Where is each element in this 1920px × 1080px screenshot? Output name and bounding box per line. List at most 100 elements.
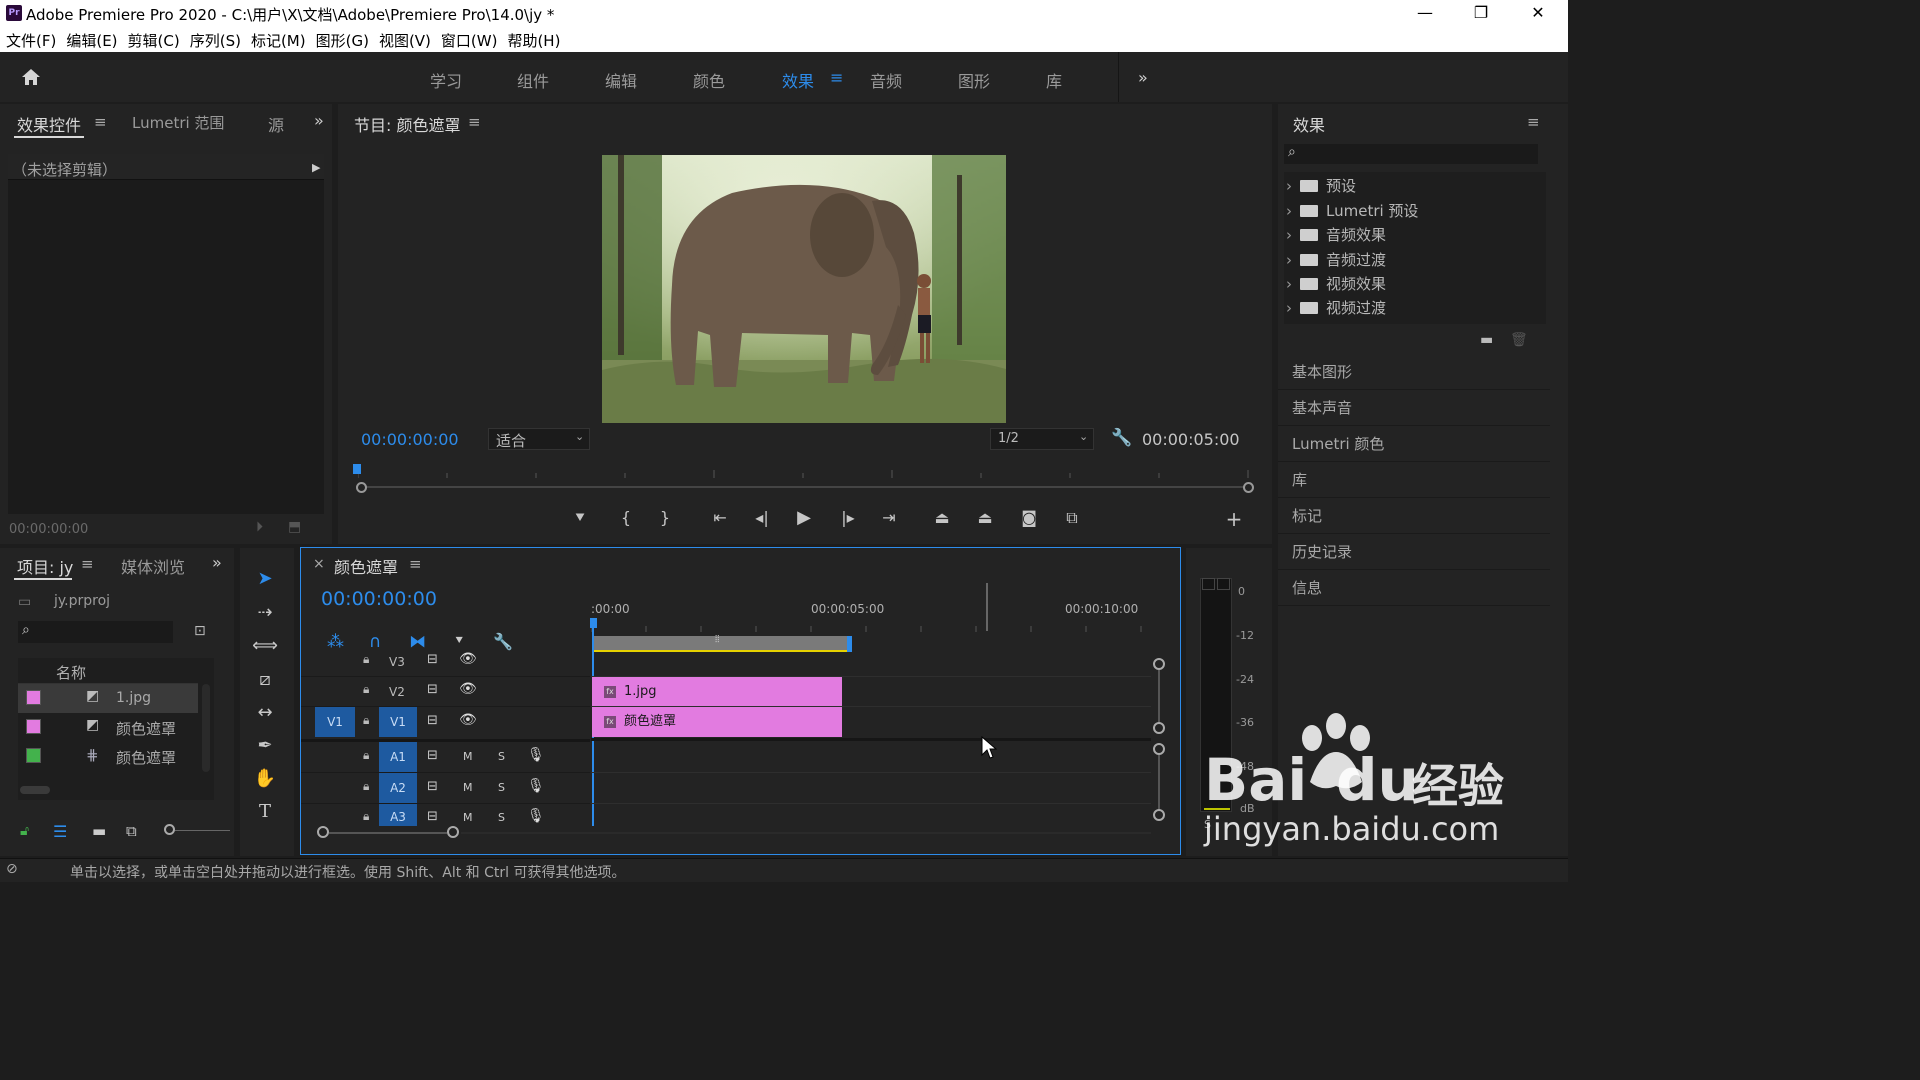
- wrench-icon[interactable]: 🔧: [1111, 428, 1132, 448]
- expand-panels-icon[interactable]: »: [314, 111, 324, 130]
- audio-scrollbar[interactable]: [1158, 755, 1160, 809]
- microphone-icon[interactable]: 🎙︎: [527, 747, 545, 763]
- effects-item-video-transitions[interactable]: › 视频过渡: [1284, 296, 1546, 320]
- button-editor-icon[interactable]: +: [1219, 507, 1249, 531]
- audio-scroll-bottom[interactable]: [1153, 809, 1165, 821]
- track-select-tool-icon[interactable]: ⇢: [250, 602, 280, 630]
- solo-button[interactable]: S: [498, 811, 505, 824]
- effects-menu-icon[interactable]: ≡: [1527, 113, 1540, 131]
- eye-icon[interactable]: 👁︎: [459, 681, 477, 697]
- freeform-view-icon[interactable]: ⧉: [126, 822, 137, 840]
- track-lock-icon[interactable]: 🔒︎: [363, 713, 369, 728]
- mute-button[interactable]: M: [463, 750, 473, 763]
- close-tab-icon[interactable]: ×: [313, 556, 325, 572]
- solo-button[interactable]: S: [498, 750, 505, 763]
- workspace-menu-icon[interactable]: ≡: [830, 68, 843, 87]
- list-item[interactable]: ◩ 颜色遮罩: [18, 713, 198, 742]
- zoom-handle-right[interactable]: [1243, 482, 1254, 493]
- track-lock-icon[interactable]: 🔒︎: [363, 809, 369, 824]
- microphone-icon[interactable]: 🎙︎: [527, 778, 545, 794]
- timeline-menu-icon[interactable]: ≡: [409, 555, 422, 573]
- column-name-header[interactable]: 名称: [56, 662, 86, 683]
- mute-button[interactable]: M: [463, 811, 473, 824]
- menu-sequence[interactable]: 序列(S): [190, 30, 241, 51]
- sync-lock-icon[interactable]: ⊟: [427, 809, 438, 824]
- export-icon[interactable]: ⬒: [288, 519, 301, 535]
- workspace-editing[interactable]: 编辑: [605, 68, 637, 92]
- video-frame[interactable]: [602, 155, 1006, 423]
- step-back-icon[interactable]: ◂|: [747, 508, 777, 527]
- lock-icon[interactable]: 🔓︎: [20, 823, 29, 839]
- timeline-timecode[interactable]: 00:00:00:00: [321, 588, 437, 610]
- step-forward-icon[interactable]: |▸: [833, 508, 863, 527]
- track-lock-icon[interactable]: 🔒︎: [363, 652, 369, 667]
- panel-menu-icon[interactable]: ≡: [94, 113, 107, 131]
- menu-marker[interactable]: 标记(M): [251, 30, 306, 51]
- more-workspaces-icon[interactable]: »: [1138, 68, 1148, 87]
- hand-tool-icon[interactable]: ✋: [250, 768, 280, 796]
- tab-source[interactable]: 源: [268, 112, 284, 136]
- h-zoom-bar[interactable]: [329, 832, 447, 834]
- timeline-ruler[interactable]: [590, 618, 1161, 632]
- effects-item-video-effects[interactable]: › 视频效果: [1284, 272, 1546, 296]
- track-label-a1[interactable]: A1: [379, 742, 417, 772]
- sync-lock-icon[interactable]: ⊟: [427, 748, 438, 763]
- type-tool-icon[interactable]: T: [250, 801, 280, 829]
- work-area-end-handle[interactable]: [847, 636, 852, 652]
- mark-in-icon[interactable]: {: [611, 508, 641, 527]
- panel-lumetri-color[interactable]: Lumetri 颜色: [1278, 426, 1550, 462]
- filter-icon[interactable]: ⏵: [256, 519, 263, 535]
- go-to-in-icon[interactable]: ⇤: [705, 508, 735, 527]
- effects-item-audio-transitions[interactable]: › 音频过渡: [1284, 248, 1546, 272]
- resolution-dropdown[interactable]: 1/2 ⌄: [990, 428, 1094, 450]
- track-label-v3[interactable]: V3: [389, 655, 405, 669]
- workspace-audio[interactable]: 音频: [870, 68, 902, 92]
- new-bin-icon[interactable]: ▬: [1480, 332, 1493, 348]
- menu-view[interactable]: 视图(V): [379, 30, 431, 51]
- clip-indicator-right[interactable]: [1217, 578, 1230, 590]
- effects-search-input[interactable]: [1284, 144, 1538, 164]
- workspace-assembly[interactable]: 组件: [517, 68, 549, 92]
- menu-clip[interactable]: 剪辑(C): [128, 30, 180, 51]
- workspace-color[interactable]: 颜色: [693, 68, 725, 92]
- clip-color-matte[interactable]: fx 颜色遮罩: [592, 707, 842, 737]
- tab-project[interactable]: 项目: jy: [17, 554, 73, 578]
- panel-info[interactable]: 信息: [1278, 570, 1550, 606]
- mute-button[interactable]: M: [463, 781, 473, 794]
- work-area-bar[interactable]: ⦙⦙: [592, 634, 850, 652]
- sync-lock-icon[interactable]: ⊟: [427, 713, 438, 728]
- effects-item-audio-effects[interactable]: › 音频效果: [1284, 223, 1546, 247]
- tab-lumetri-scopes[interactable]: Lumetri 范围: [132, 112, 224, 133]
- clip-indicator-left[interactable]: [1202, 578, 1215, 590]
- menu-edit[interactable]: 编辑(E): [66, 30, 117, 51]
- sync-lock-icon[interactable]: ⊟: [427, 682, 438, 697]
- audio-scroll-top[interactable]: [1153, 743, 1165, 755]
- video-scrollbar[interactable]: [1158, 670, 1160, 722]
- program-ruler[interactable]: [357, 462, 1250, 478]
- project-search-input[interactable]: [18, 621, 173, 643]
- panel-essential-graphics[interactable]: 基本图形: [1278, 354, 1550, 390]
- camera-icon[interactable]: ◙: [1014, 508, 1044, 527]
- panel-essential-sound[interactable]: 基本声音: [1278, 390, 1550, 426]
- selection-tool-icon[interactable]: ➤: [250, 568, 280, 596]
- workspace-effects[interactable]: 效果: [782, 68, 814, 92]
- lift-icon[interactable]: ⏏: [927, 508, 957, 527]
- microphone-icon[interactable]: 🎙︎: [527, 808, 545, 824]
- track-label-a3[interactable]: A3: [379, 804, 417, 826]
- ripple-edit-tool-icon[interactable]: ⟺: [250, 635, 280, 663]
- razor-tool-icon[interactable]: ⧄: [250, 669, 280, 697]
- extract-icon[interactable]: ⏏: [970, 508, 1000, 527]
- panel-history[interactable]: 历史记录: [1278, 534, 1550, 570]
- list-item[interactable]: ⋕ 颜色遮罩: [18, 742, 198, 771]
- timeline-playhead[interactable]: [590, 618, 597, 628]
- track-label-a2[interactable]: A2: [379, 773, 417, 803]
- eye-icon[interactable]: 👁︎: [459, 651, 477, 667]
- list-view-icon[interactable]: ☰: [53, 822, 67, 841]
- slip-tool-icon[interactable]: ↔: [250, 702, 280, 730]
- menu-graphics[interactable]: 图形(G): [316, 30, 369, 51]
- track-label-v1[interactable]: V1: [379, 707, 417, 737]
- go-to-out-icon[interactable]: ⇥: [874, 508, 904, 527]
- list-scrollbar[interactable]: [202, 684, 210, 772]
- project-menu-icon[interactable]: ≡: [81, 555, 94, 573]
- zoom-bar[interactable]: [356, 486, 1250, 488]
